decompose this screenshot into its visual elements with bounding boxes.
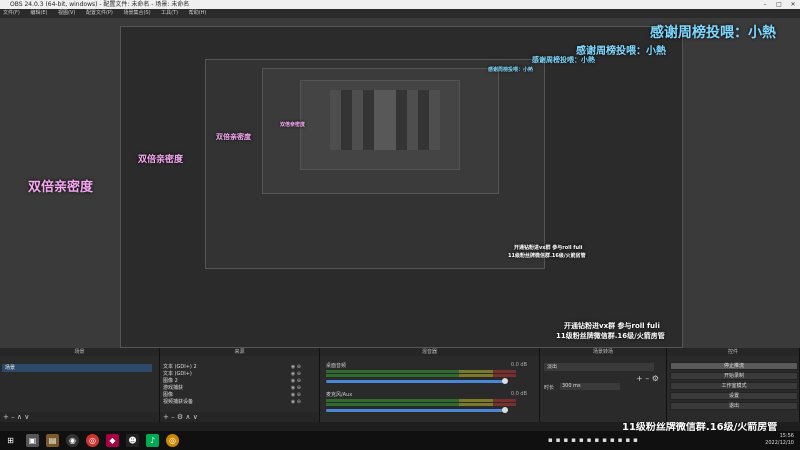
source-name: 文本 (GDI+): [163, 371, 192, 377]
remove-source-icon[interactable]: –: [171, 413, 175, 421]
menu-scene-collection[interactable]: 场景集合(S): [123, 10, 150, 16]
start-recording-button[interactable]: 开始录制: [670, 372, 798, 380]
audio-meter: [326, 399, 516, 402]
menu-tools[interactable]: 工具(T): [161, 10, 178, 16]
app-icon-2[interactable]: ♪: [146, 434, 159, 447]
system-tray-icons[interactable]: ▪▪▪▪▪▪▪▪▪▪▪▪: [548, 436, 641, 444]
stop-streaming-button[interactable]: 停止推流: [670, 362, 798, 370]
source-down-icon[interactable]: ∨: [193, 413, 198, 421]
duration-label: 时长: [544, 385, 555, 391]
audio-meter: [326, 403, 516, 406]
mixer-track-mic: 麦克风/Aux 0.0 dB: [326, 391, 531, 417]
task-view-icon[interactable]: ▣: [26, 434, 39, 447]
density-overlay-large: 双倍亲密度: [28, 180, 94, 195]
density-overlay-xsmall: 双倍亲密度: [280, 122, 306, 128]
audio-meter: [326, 370, 516, 373]
transitions-dock: 淡出 + – ⚙ 时长 300 ms: [540, 356, 667, 422]
thanks-overlay-xsmall: 感谢周榜投喂：小熱: [488, 67, 534, 73]
source-name: 文本 (GDI+) 2: [163, 364, 197, 370]
controls-dock-title: 控件: [667, 348, 800, 356]
source-row[interactable]: 文本 (GDI+) 2 ◉ ⊕: [163, 364, 303, 371]
remove-scene-icon[interactable]: –: [11, 413, 15, 421]
source-name: 游戏捕获: [163, 385, 184, 391]
source-name: 图像: [163, 392, 174, 398]
transition-add-remove[interactable]: + – ⚙: [636, 374, 659, 383]
visibility-icon[interactable]: ◉ ⊕: [291, 392, 301, 399]
mixer-track-name: 麦克风/Aux: [326, 392, 353, 398]
add-scene-icon[interactable]: +: [3, 413, 9, 421]
source-row[interactable]: 图像 ◉ ⊕: [163, 392, 303, 399]
visibility-icon[interactable]: ◉ ⊕: [291, 364, 301, 371]
app-icon[interactable]: ◆: [106, 434, 119, 447]
visibility-icon[interactable]: ◉ ⊕: [291, 378, 301, 385]
move-down-icon[interactable]: ∨: [24, 413, 29, 421]
sources-dock-title: 来源: [160, 348, 320, 356]
windows-taskbar: ⊞ ▣ ▤ ◉ ◎ ◆ ☻ ♪ ◎ ▪▪▪▪▪▪▪▪▪▪▪▪ 15:56 202…: [0, 431, 800, 450]
source-settings-icon[interactable]: ⚙: [177, 413, 183, 421]
clock-time: 15:56: [779, 433, 794, 439]
file-explorer-icon[interactable]: ▤: [46, 434, 59, 447]
mixer-track-db: 0.0 dB: [510, 391, 527, 397]
qq-icon[interactable]: ☻: [126, 434, 139, 447]
menu-file[interactable]: 文件(F): [3, 10, 20, 16]
scenes-dock: 场景 + – ∧ ∨: [0, 356, 160, 422]
visibility-icon[interactable]: ◉ ⊕: [291, 385, 301, 392]
obs-active-icon[interactable]: ◎: [166, 434, 179, 447]
maximize-icon[interactable]: □: [772, 0, 786, 9]
fans-overlay-line1-small: 开通钻粉进vx群 参与roll fuli: [564, 322, 660, 330]
density-overlay-small: 双倍亲密度: [216, 133, 251, 141]
thanks-overlay-small: 感谢周榜投喂：小熱: [532, 56, 595, 64]
scene-list-item[interactable]: 场景: [2, 364, 152, 372]
volume-slider[interactable]: [326, 409, 506, 412]
settings-button[interactable]: 设置: [670, 392, 798, 400]
menu-view[interactable]: 视图(V): [58, 10, 75, 16]
scenes-dock-title: 场景: [0, 348, 160, 356]
menu-profile[interactable]: 配置文件(P): [86, 10, 113, 16]
thanks-overlay-large: 感谢周榜投喂：小熱: [650, 25, 776, 41]
window-title-bar: OBS 24.0.3 (64-bit, windows) - 配置文件: 未命名…: [0, 0, 800, 9]
source-row[interactable]: 视频捕获设备 ◉ ⊕: [163, 399, 303, 406]
add-source-icon[interactable]: +: [163, 413, 169, 421]
obs-icon[interactable]: ◉: [66, 434, 79, 447]
taskbar-clock[interactable]: 15:56 2022/12/10: [765, 433, 794, 447]
fans-overlay-line2-xsmall: 11级粉丝牌微信群.16级/火箭房管: [508, 253, 586, 259]
fans-overlay-line2-small: 11级粉丝牌微信群.16级/火箭房管: [556, 332, 665, 340]
chrome-icon[interactable]: ◎: [86, 434, 99, 447]
volume-slider-handle[interactable]: [502, 378, 508, 384]
source-row[interactable]: 游戏捕获 ◉ ⊕: [163, 385, 303, 392]
source-row[interactable]: 图像 2 ◉ ⊕: [163, 378, 303, 385]
sources-footer: + – ⚙ ∧ ∨: [160, 412, 319, 422]
density-overlay-medium: 双倍亲密度: [138, 155, 184, 165]
clock-date: 2022/12/10: [765, 440, 794, 446]
volume-slider-handle[interactable]: [502, 407, 508, 413]
window-title: OBS 24.0.3 (64-bit, windows) - 配置文件: 未命名…: [10, 1, 190, 8]
audio-meter: [326, 374, 516, 377]
move-up-icon[interactable]: ∧: [17, 413, 22, 421]
volume-slider[interactable]: [326, 380, 506, 383]
mixer-track-desktop: 桌面音频 0.0 dB: [326, 362, 531, 388]
transitions-dock-title: 场景转场: [540, 348, 667, 356]
minimize-icon[interactable]: –: [758, 0, 772, 9]
source-name: 图像 2: [163, 378, 178, 384]
visibility-icon[interactable]: ◉ ⊕: [291, 371, 301, 378]
scenes-footer: + – ∧ ∨: [0, 412, 159, 422]
mixer-dock-title: 混音器: [320, 348, 540, 356]
transition-select[interactable]: 淡出: [544, 363, 654, 371]
duration-input[interactable]: 300 ms: [560, 383, 620, 390]
exit-button[interactable]: 退出: [670, 402, 798, 410]
recursive-tunnel: [330, 90, 440, 150]
mixer-track-name: 桌面音频: [326, 363, 347, 369]
close-icon[interactable]: ✕: [786, 0, 800, 9]
windows-start-icon[interactable]: ⊞: [4, 434, 17, 447]
visibility-icon[interactable]: ◉ ⊕: [291, 399, 301, 406]
source-row[interactable]: 文本 (GDI+) ◉ ⊕: [163, 371, 303, 378]
menu-help[interactable]: 帮助(H): [189, 10, 207, 16]
menu-edit[interactable]: 编辑(E): [30, 10, 47, 16]
source-name: 视频捕获设备: [163, 399, 194, 405]
fans-overlay-line1-xsmall: 开通钻粉进vx群 参与roll fuli: [514, 245, 583, 251]
source-up-icon[interactable]: ∧: [185, 413, 190, 421]
mixer-track-db: 0.0 dB: [510, 362, 527, 368]
menu-bar: 文件(F) 编辑(E) 视图(V) 配置文件(P) 场景集合(S) 工具(T) …: [0, 9, 800, 18]
studio-mode-button[interactable]: 工作室模式: [670, 382, 798, 390]
